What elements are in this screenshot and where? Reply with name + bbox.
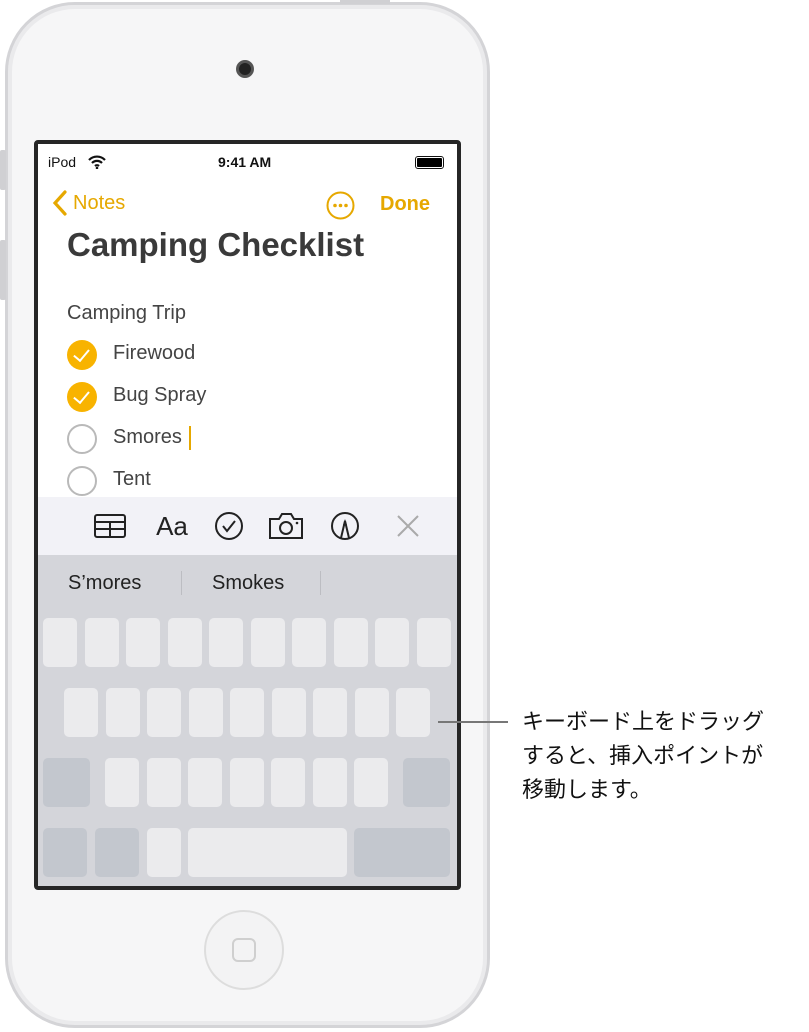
checked-circle-icon[interactable] [67, 340, 97, 370]
status-bar: iPod 9:41 AM [38, 152, 457, 172]
keyboard-key[interactable] [188, 828, 347, 877]
back-button[interactable]: Notes [52, 190, 125, 216]
insertion-cursor [189, 426, 191, 450]
keyboard-key[interactable] [188, 758, 222, 807]
camera-icon[interactable] [268, 511, 304, 541]
note-heading[interactable]: Camping Trip [67, 302, 186, 325]
keyboard-key[interactable] [292, 618, 326, 667]
screen: iPod 9:41 AM Notes Done Camping Checklis… [34, 140, 461, 890]
markup-icon[interactable] [329, 511, 361, 541]
callout-line-1: キーボード上をドラッグ [522, 709, 765, 734]
keyboard-key[interactable] [250, 618, 285, 667]
format-toolbar: Aa [38, 497, 457, 555]
keyboard-key[interactable] [43, 828, 87, 877]
checklist-icon[interactable] [213, 511, 245, 541]
callout-line-3: 移動します。 [522, 777, 652, 802]
done-button[interactable]: Done [380, 193, 430, 216]
keyboard-key[interactable] [43, 618, 77, 667]
checklist-item[interactable]: Bug Spray [67, 382, 367, 412]
chevron-left-icon [52, 190, 67, 216]
keyboard-key[interactable] [105, 688, 140, 737]
keyboard[interactable]: S’mores Smokes [38, 555, 457, 886]
keyboard-key[interactable] [396, 688, 430, 737]
callout-text: キーボード上をドラッグ すると、挿入ポイントが 移動します。 [522, 705, 764, 807]
carrier-label: iPod [48, 154, 77, 170]
checklist-item-label: Tent [113, 468, 151, 490]
volume-down-button [0, 240, 6, 300]
checklist-item-label: Bug Spray [113, 384, 207, 406]
checklist-item[interactable]: Tent [67, 466, 367, 496]
text-format-icon[interactable]: Aa [152, 511, 192, 541]
keyboard-key[interactable] [147, 828, 181, 877]
callout-line-2: すると、挿入ポイントが [522, 743, 764, 768]
suggestion-smokes[interactable]: Smokes [212, 572, 284, 595]
keyboard-key[interactable] [126, 618, 160, 667]
keyboard-key[interactable] [271, 758, 305, 807]
suggestion-smores[interactable]: S’mores [68, 572, 141, 595]
nav-bar: Notes Done [38, 188, 457, 222]
keyboard-key[interactable] [167, 618, 202, 667]
keyboard-key[interactable] [312, 758, 347, 807]
unchecked-circle-icon[interactable] [67, 466, 97, 496]
keyboard-key[interactable] [105, 758, 139, 807]
keyboard-key[interactable] [209, 618, 243, 667]
keyboard-key[interactable] [230, 688, 264, 737]
keyboard-key[interactable] [146, 758, 181, 807]
battery-icon [415, 156, 444, 169]
close-icon[interactable] [392, 511, 424, 541]
unchecked-circle-icon[interactable] [67, 424, 97, 454]
suggestion-divider [320, 571, 321, 595]
keyboard-key[interactable] [188, 688, 223, 737]
volume-up-button [0, 150, 6, 190]
keyboard-key[interactable] [403, 758, 450, 807]
checklist-item[interactable]: Smores [67, 424, 367, 454]
keyboard-key[interactable] [84, 618, 119, 667]
wifi-icon [88, 155, 106, 169]
table-icon[interactable] [94, 511, 126, 541]
ellipsis-circle-icon[interactable] [326, 191, 355, 220]
back-label: Notes [73, 191, 126, 214]
keyboard-key[interactable] [375, 618, 409, 667]
checklist-item-label: Smores [113, 426, 182, 448]
suggestion-divider [181, 571, 182, 595]
keyboard-key[interactable] [229, 758, 264, 807]
callout-line [438, 721, 508, 723]
keyboard-key[interactable] [271, 688, 306, 737]
checklist-item-label: Firewood [113, 342, 196, 364]
clock: 9:41 AM [218, 154, 272, 170]
keyboard-key[interactable] [354, 688, 389, 737]
keyboard-key[interactable] [313, 688, 347, 737]
keyboard-key[interactable] [416, 618, 451, 667]
home-square-icon [232, 938, 256, 962]
note-title[interactable]: Camping Checklist [67, 226, 364, 264]
keyboard-key[interactable] [333, 618, 368, 667]
checked-circle-icon[interactable] [67, 382, 97, 412]
keyboard-key[interactable] [43, 758, 90, 807]
keyboard-key[interactable] [147, 688, 181, 737]
top-button [340, 0, 390, 4]
checklist-item[interactable]: Firewood [67, 340, 367, 370]
keyboard-key[interactable] [95, 828, 139, 877]
keyboard-key[interactable] [64, 688, 98, 737]
keyboard-key[interactable] [354, 758, 388, 807]
keyboard-key[interactable] [354, 828, 450, 877]
camera-lens [236, 60, 254, 78]
